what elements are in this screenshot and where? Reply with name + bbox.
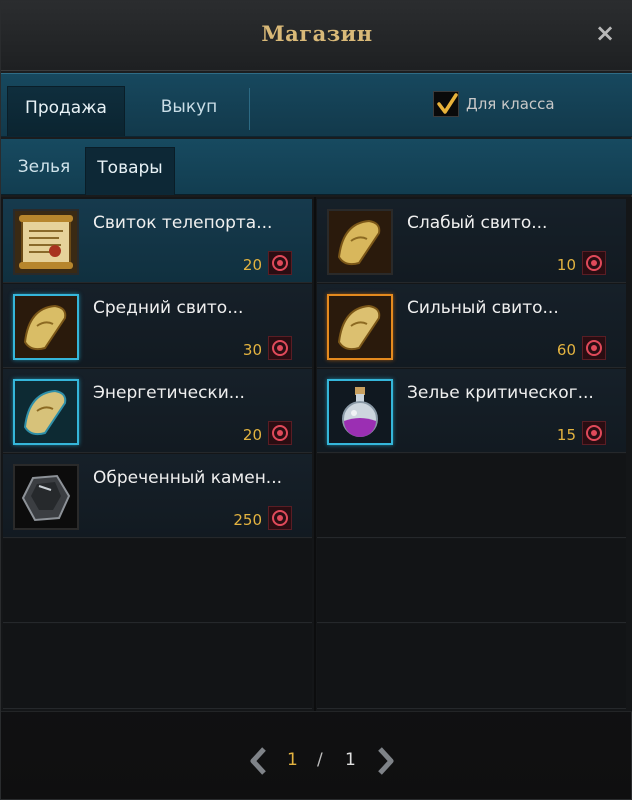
prev-page-button[interactable] [247,745,271,777]
empty-slot [317,624,626,709]
item-slot[interactable]: Средний свито... 30 [3,284,312,368]
footer-divider [1,711,632,712]
item-price: 10 [556,256,576,274]
item-name: Энергетически... [93,383,245,403]
currency-icon [268,336,292,360]
currency-icon [268,506,292,530]
item-grid: Свиток телепорта... 20 Слабый свито... 1… [1,197,632,711]
item-price: 250 [233,511,262,529]
current-page: 1 [287,750,298,770]
currency-icon [582,251,606,275]
doomed-stone-icon [13,464,79,530]
item-slot[interactable]: Энергетически... 20 [3,369,312,453]
currency-icon [582,336,606,360]
scroll-teleport-icon [13,209,79,275]
empty-slot [3,539,312,623]
item-name: Обреченный камен... [93,468,283,488]
currency-icon [268,251,292,275]
tab-potions[interactable]: Зелья [7,147,81,195]
item-slot[interactable]: Зелье критическог... 15 [317,369,626,453]
empty-slot [317,539,626,623]
tab-goods[interactable]: Товары [85,147,175,195]
item-name: Слабый свито... [407,213,548,233]
next-page-button[interactable] [373,745,397,777]
item-price: 30 [242,341,262,359]
window-title: Магазин [261,21,373,46]
item-name: Зелье критическог... [407,383,594,403]
title-bar: Магазин × [1,1,632,71]
item-price: 15 [556,426,576,444]
shop-window: Магазин × Продажа Выкуп Для класса Зелья… [0,0,632,800]
item-slot[interactable]: Свиток телепорта... 20 [3,199,312,283]
item-slot[interactable]: Обреченный камен... 250 [3,454,312,538]
tab-buyback[interactable]: Выкуп [131,86,247,136]
page-separator: / [317,750,323,770]
empty-slot [317,454,626,538]
empty-slot [3,624,312,709]
category-tabs: Зелья Товары [1,139,632,195]
column-divider [314,197,316,711]
item-price: 20 [242,426,262,444]
potion-critical-icon [327,379,393,445]
chevron-right-icon [378,747,394,775]
pagination: 1 / 1 [1,741,632,781]
total-pages: 1 [345,750,356,770]
scroll-weak-icon [327,209,393,275]
close-button[interactable]: × [591,19,619,47]
currency-icon [268,421,292,445]
checkmark-icon [437,93,458,114]
scroll-energy-icon [13,379,79,445]
scroll-strong-icon [327,294,393,360]
item-slot[interactable]: Сильный свито... 60 [317,284,626,368]
item-name: Сильный свито... [407,298,559,318]
class-filter-label[interactable]: Для класса [466,95,555,113]
tab-divider [249,88,250,130]
item-name: Средний свито... [93,298,244,318]
chevron-left-icon [250,747,266,775]
item-name: Свиток телепорта... [93,213,273,233]
tab-sale[interactable]: Продажа [7,86,125,136]
currency-icon [582,421,606,445]
item-slot[interactable]: Слабый свито... 10 [317,199,626,283]
item-price: 60 [556,341,576,359]
item-price: 20 [242,256,262,274]
scroll-medium-icon [13,294,79,360]
class-filter-checkbox[interactable] [433,91,459,117]
